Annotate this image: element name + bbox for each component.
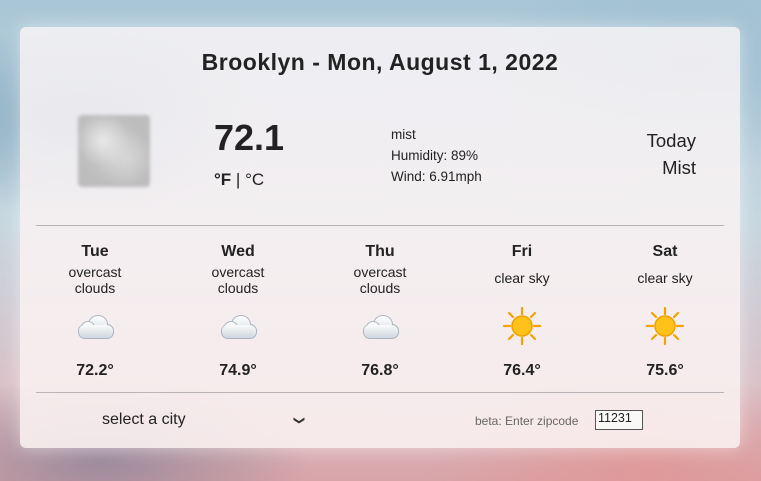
forecast-day-wed: Wed overcast clouds 74.9°: [179, 243, 297, 380]
forecast-day-name: Sat: [652, 243, 678, 260]
unit-toggle: °F | °C: [214, 170, 264, 190]
forecast-desc-line: overcast: [211, 264, 265, 280]
today-summary: Today Mist: [647, 127, 696, 181]
city-select[interactable]: select a city ❯: [102, 408, 306, 432]
forecast-description: overcast clouds: [36, 264, 154, 298]
forecast-description: clear sky: [463, 264, 581, 298]
current-description: mist: [391, 127, 416, 142]
forecast-description: overcast clouds: [179, 264, 297, 298]
zipcode-input[interactable]: 11231: [595, 410, 643, 430]
cloud-icon: [179, 304, 297, 348]
forecast-day-sat: Sat clear sky 75.6°: [606, 243, 724, 380]
top-divider: [36, 225, 724, 226]
forecast-desc-line: clear sky: [637, 270, 693, 286]
cloud-icon: [36, 304, 154, 348]
forecast-temperature: 74.9°: [219, 362, 257, 379]
unit-separator: |: [231, 170, 246, 189]
weather-card: Brooklyn - Mon, August 1, 2022 72.1 °F |…: [20, 27, 740, 448]
forecast-desc-line: clouds: [74, 280, 116, 296]
today-condition: Mist: [662, 157, 696, 178]
forecast-day-name: Thu: [365, 243, 395, 260]
page-title: Brooklyn - Mon, August 1, 2022: [201, 49, 559, 75]
forecast-day-tue: Tue overcast clouds 72.2°: [36, 243, 154, 380]
bottom-divider: [36, 392, 724, 393]
forecast-day-name: Wed: [221, 243, 255, 260]
forecast-temperature: 76.8°: [361, 362, 399, 379]
forecast-description: overcast clouds: [321, 264, 439, 298]
forecast-desc-line: overcast: [68, 264, 122, 280]
mist-icon: [78, 115, 150, 187]
forecast-temperature: 75.6°: [646, 362, 684, 379]
forecast-row: Tue overcast clouds 72.2° Wed overcast c…: [36, 243, 724, 379]
forecast-desc-line: clouds: [217, 280, 259, 296]
forecast-description: clear sky: [606, 264, 724, 298]
forecast-desc-line: overcast: [353, 264, 407, 280]
sun-icon: [463, 304, 581, 348]
chevron-down-icon: ❯: [292, 415, 305, 425]
current-temperature: 72.1: [214, 117, 285, 158]
forecast-day-fri: Fri clear sky 76.4°: [463, 243, 581, 380]
cloud-icon: [321, 304, 439, 348]
today-label: Today: [646, 130, 696, 151]
sun-icon: [606, 304, 724, 348]
celsius-toggle[interactable]: °C: [245, 170, 264, 189]
forecast-day-name: Fri: [511, 243, 533, 260]
forecast-temperature: 72.2°: [76, 362, 114, 379]
wind-text: Wind: 6.91mph: [391, 169, 482, 184]
forecast-day-thu: Thu overcast clouds 76.8°: [321, 243, 439, 380]
zipcode-label: beta: Enter zipcode: [475, 414, 579, 428]
city-select-value: select a city: [102, 411, 186, 428]
current-details: mist Humidity: 89% Wind: 6.91mph: [391, 124, 482, 187]
forecast-desc-line: clouds: [359, 280, 401, 296]
humidity-text: Humidity: 89%: [391, 148, 479, 163]
forecast-desc-line: clear sky: [494, 270, 550, 286]
forecast-temperature: 76.4°: [503, 362, 541, 379]
fahrenheit-toggle[interactable]: °F: [214, 170, 231, 189]
forecast-day-name: Tue: [81, 243, 109, 260]
